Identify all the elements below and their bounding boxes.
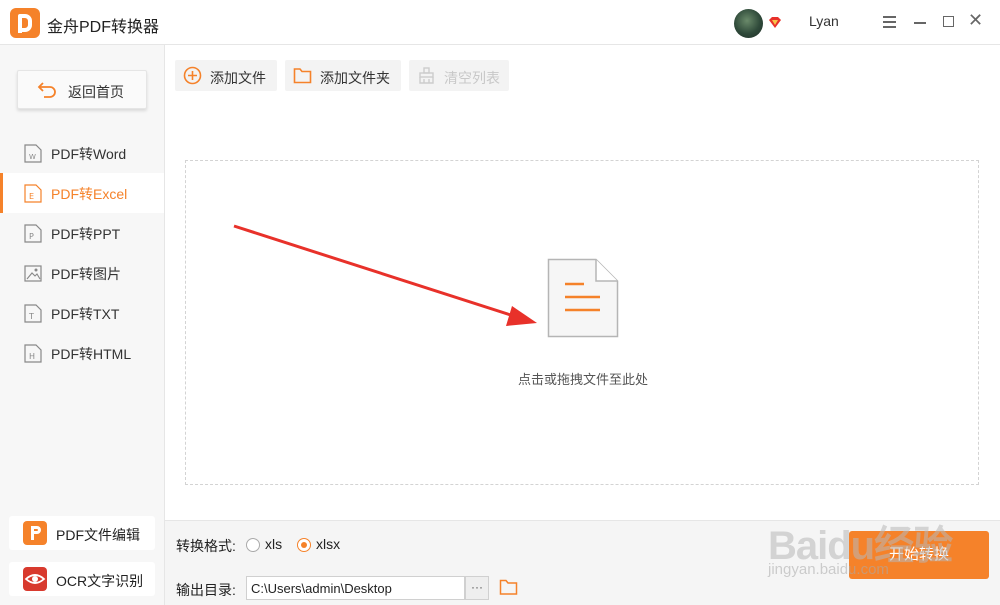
- sidebar-item-label: PDF转Word: [51, 146, 127, 162]
- app-logo: [10, 8, 40, 38]
- title-bar: 金舟PDF转换器 Lyan ✕: [0, 0, 1000, 45]
- sidebar-item-label: PDF转PPT: [51, 226, 121, 242]
- clear-list-button[interactable]: 清空列表: [409, 60, 509, 91]
- sidebar-item-pdf-to-word[interactable]: W PDF转Word: [0, 133, 164, 173]
- document-icon: [547, 258, 619, 338]
- output-path-input[interactable]: [246, 576, 465, 600]
- format-option-xlsx[interactable]: xlsx: [316, 536, 340, 552]
- minimize-icon[interactable]: [910, 12, 930, 32]
- menu-icon[interactable]: [880, 12, 900, 32]
- sidebar-item-label: PDF转图片: [51, 266, 121, 282]
- svg-text:W: W: [29, 153, 36, 161]
- format-radio-xlsx[interactable]: [297, 538, 311, 552]
- format-radio-xls[interactable]: [246, 538, 260, 552]
- broom-icon: [419, 67, 434, 84]
- html-file-icon: H: [24, 344, 42, 363]
- ocr-label: OCR文字识别: [56, 573, 144, 589]
- sidebar-item-label: PDF转HTML: [51, 346, 132, 362]
- bottom-bar: 转换格式: xls xlsx 输出目录: ··· 开始转换: [165, 520, 1000, 605]
- maximize-icon[interactable]: [939, 12, 959, 32]
- username[interactable]: Lyan: [809, 13, 839, 29]
- add-file-label: 添加文件: [210, 70, 266, 86]
- image-file-icon: [24, 265, 42, 282]
- svg-text:H: H: [29, 352, 35, 361]
- browse-button[interactable]: ···: [465, 576, 489, 600]
- sidebar-item-pdf-to-txt[interactable]: T PDF转TXT: [0, 293, 164, 333]
- folder-icon: [293, 68, 312, 84]
- sidebar-item-pdf-to-excel[interactable]: E PDF转Excel: [0, 173, 164, 213]
- ppt-file-icon: P: [24, 224, 42, 243]
- sidebar: 返回首页 W PDF转Word E PDF转Excel P PDF转PPT PD…: [0, 45, 165, 605]
- format-option-xls[interactable]: xls: [265, 536, 282, 552]
- back-home-button[interactable]: 返回首页: [17, 70, 147, 109]
- svg-text:P: P: [29, 232, 34, 241]
- sidebar-item-pdf-to-image[interactable]: PDF转图片: [0, 253, 164, 293]
- word-file-icon: W: [24, 144, 42, 163]
- pdf-edit-icon: [23, 521, 47, 545]
- sidebar-item-label: PDF转TXT: [51, 306, 120, 322]
- vip-diamond-icon[interactable]: [768, 16, 782, 29]
- plus-circle-icon: [183, 66, 202, 85]
- return-arrow-icon: [37, 82, 56, 98]
- add-folder-label: 添加文件夹: [320, 70, 390, 86]
- open-folder-icon[interactable]: [499, 578, 518, 596]
- sidebar-item-pdf-to-ppt[interactable]: P PDF转PPT: [0, 213, 164, 253]
- ocr-tool-button[interactable]: OCR文字识别: [9, 562, 155, 596]
- sidebar-item-pdf-to-html[interactable]: H PDF转HTML: [0, 333, 164, 373]
- avatar[interactable]: [734, 9, 763, 38]
- file-drop-zone[interactable]: 点击或拖拽文件至此处: [185, 160, 979, 485]
- app-title: 金舟PDF转换器: [47, 19, 160, 36]
- excel-file-icon: E: [24, 184, 42, 203]
- format-label: 转换格式:: [176, 538, 236, 554]
- clear-list-label: 清空列表: [444, 70, 500, 86]
- close-icon[interactable]: ✕: [966, 10, 986, 32]
- drop-hint-text: 点击或拖拽文件至此处: [517, 372, 648, 387]
- txt-file-icon: T: [24, 304, 42, 323]
- svg-text:E: E: [29, 192, 34, 201]
- svg-text:T: T: [28, 312, 34, 321]
- sidebar-item-label: PDF转Excel: [51, 186, 128, 202]
- start-convert-button[interactable]: 开始转换: [849, 531, 989, 579]
- add-folder-button[interactable]: 添加文件夹: [285, 60, 401, 91]
- pdf-edit-tool-button[interactable]: PDF文件编辑: [9, 516, 155, 550]
- output-dir-label: 输出目录:: [176, 582, 236, 598]
- add-file-button[interactable]: 添加文件: [175, 60, 277, 91]
- ocr-eye-icon: [23, 567, 47, 591]
- pdf-edit-label: PDF文件编辑: [56, 527, 140, 543]
- back-home-label: 返回首页: [68, 84, 124, 100]
